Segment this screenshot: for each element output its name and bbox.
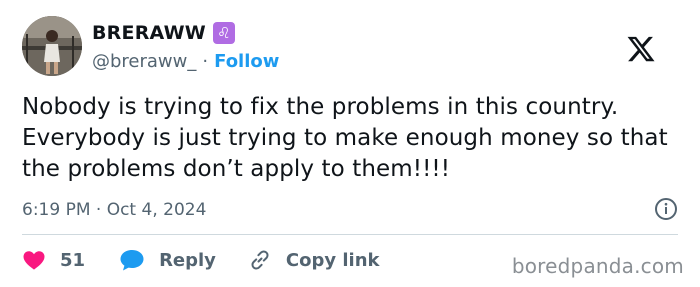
divider	[22, 234, 678, 235]
copy-link-button[interactable]: Copy link	[248, 248, 380, 272]
watermark: boredpanda.com	[511, 254, 684, 278]
copy-link-label: Copy link	[285, 249, 380, 271]
leo-zodiac-icon: ♌	[212, 22, 235, 44]
info-icon[interactable]	[654, 197, 678, 221]
tweet-card: BRERAWW ♌ @breraww_ · Follow Nobody is t…	[0, 0, 700, 287]
reply-label: Reply	[159, 249, 216, 271]
author-info: BRERAWW ♌ @breraww_ · Follow	[92, 20, 279, 74]
separator-dot: ·	[202, 50, 209, 72]
user-handle[interactable]: @breraww_	[92, 51, 196, 72]
action-bar: 51 Reply Copy link	[22, 245, 380, 275]
timestamp[interactable]: 6:19 PM · Oct 4, 2024	[22, 200, 206, 220]
name-row: BRERAWW ♌	[92, 20, 279, 46]
handle-row: @breraww_ · Follow	[92, 48, 279, 74]
tweet-header: BRERAWW ♌ @breraww_ · Follow	[22, 16, 678, 78]
x-logo-icon[interactable]	[626, 34, 656, 64]
speech-bubble-icon	[120, 250, 144, 271]
avatar[interactable]	[22, 16, 82, 76]
tweet-meta: 6:19 PM · Oct 4, 2024	[22, 197, 678, 223]
display-name[interactable]: BRERAWW	[92, 22, 206, 44]
like-button[interactable]: 51	[22, 248, 85, 272]
reply-button[interactable]: Reply	[119, 248, 216, 272]
heart-icon	[23, 251, 45, 270]
follow-button[interactable]: Follow	[214, 51, 279, 72]
link-icon	[251, 250, 269, 270]
tweet-text: Nobody is trying to fix the problems in …	[22, 94, 668, 182]
like-count: 51	[60, 249, 86, 271]
